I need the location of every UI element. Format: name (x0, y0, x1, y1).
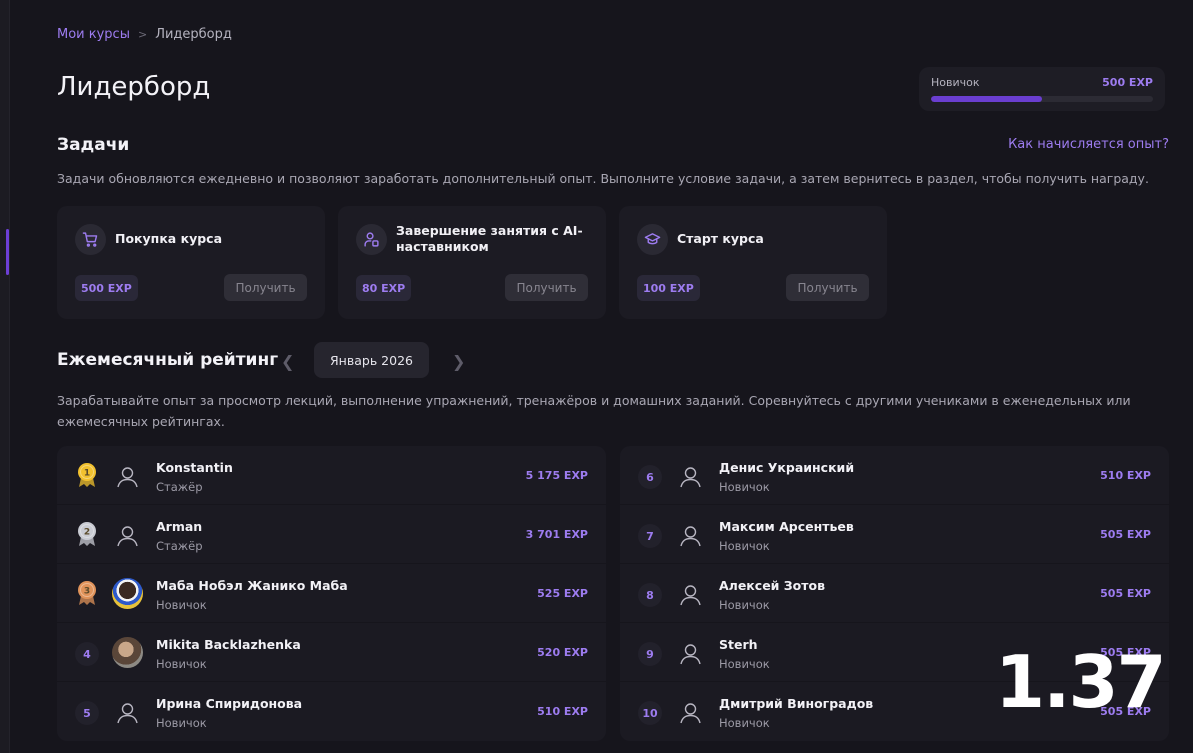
breadcrumb: Мои курсы > Лидерборд (57, 27, 232, 42)
user-exp: 520 EXP (537, 646, 588, 659)
month-selector[interactable]: Январь 2026 (314, 342, 429, 378)
user-exp: 3 701 EXP (525, 528, 588, 541)
gold-medal-icon: 1 (77, 462, 97, 488)
left-rail (0, 0, 10, 753)
tasks-description: Задачи обновляются ежедневно и позволяют… (57, 171, 1149, 186)
leaderboard-row[interactable]: 7 Максим Арсентьев Новичок 505 EXP (620, 505, 1169, 564)
claim-reward-button[interactable]: Получить (786, 274, 869, 301)
chevron-right-icon: > (137, 28, 148, 41)
user-exp: 505 EXP (1100, 587, 1151, 600)
rating-section-title: Ежемесячный рейтинг (57, 350, 279, 370)
user-name: Mikita Backlazhenka (156, 637, 301, 652)
user-level: Новичок (156, 657, 207, 671)
level-progress-fill (931, 96, 1042, 102)
user-level: Новичок (719, 657, 770, 671)
leaderboard-row[interactable]: 4 Mikita Backlazhenka Новичок 520 EXP (57, 623, 606, 682)
level-name: Новичок (931, 76, 980, 89)
user-name: Sterh (719, 637, 758, 652)
cart-icon (75, 224, 106, 255)
breadcrumb-my-courses-link[interactable]: Мои курсы (57, 27, 130, 42)
user-name: Konstantin (156, 460, 233, 475)
user-name: Денис Украинский (719, 460, 855, 475)
svg-text:3: 3 (84, 587, 90, 597)
bronze-medal-icon: 3 (77, 580, 97, 606)
rank-number: 6 (638, 465, 662, 489)
user-level: Новичок (719, 598, 770, 612)
page-title: Лидерборд (57, 72, 211, 102)
silver-medal-icon: 2 (77, 521, 97, 547)
task-title: Старт курса (677, 231, 764, 246)
svg-text:2: 2 (84, 528, 90, 538)
task-card-course-purchase: Покупка курса 500 EXP Получить (57, 206, 325, 319)
task-exp-badge: 100 EXP (637, 275, 700, 301)
default-avatar-icon (675, 460, 706, 491)
leaderboard-left-column: 1 Konstantin Стажёр 5 175 EXP 2 Arman Стажёр 3 … (57, 446, 606, 741)
default-avatar-icon (112, 696, 143, 727)
default-avatar-icon (112, 519, 143, 550)
avatar (112, 578, 143, 609)
leaderboard-row[interactable]: 8 Алексей Зотов Новичок 505 EXP (620, 564, 1169, 623)
task-card-course-start: Старт курса 100 EXP Получить (619, 206, 887, 319)
user-level: Новичок (156, 598, 207, 612)
leaderboard-row[interactable]: 6 Денис Украинский Новичок 510 EXP (620, 446, 1169, 505)
how-exp-works-link[interactable]: Как начисляется опыт? (1008, 137, 1169, 152)
user-exp: 510 EXP (537, 705, 588, 718)
default-avatar-icon (112, 460, 143, 491)
level-progress-card: Новичок 500 EXP (919, 67, 1165, 111)
rating-description: Зарабатывайте опыт за просмотр лекций, в… (57, 393, 1131, 429)
rank-number: 10 (638, 701, 662, 725)
default-avatar-icon (675, 637, 706, 668)
task-exp-badge: 80 EXP (356, 275, 412, 301)
task-title: Покупка курса (115, 231, 223, 246)
user-level: Стажёр (156, 480, 203, 494)
ai-mentor-icon (356, 224, 387, 255)
level-exp: 500 EXP (1102, 76, 1153, 89)
task-exp-badge: 500 EXP (75, 275, 138, 301)
rank-number: 5 (75, 701, 99, 725)
user-name: Алексей Зотов (719, 578, 825, 593)
user-exp: 510 EXP (1100, 469, 1151, 482)
rank-number: 8 (638, 583, 662, 607)
rail-active-marker (6, 229, 9, 275)
claim-reward-button[interactable]: Получить (224, 274, 307, 301)
overlay-number: 1.37 (995, 640, 1167, 724)
leaderboard-row[interactable]: 2 Arman Стажёр 3 701 EXP (57, 505, 606, 564)
user-name: Ирина Спиридонова (156, 696, 303, 711)
tasks-section-title: Задачи (57, 135, 130, 155)
user-level: Новичок (719, 716, 770, 730)
user-level: Новичок (719, 539, 770, 553)
svg-text:1: 1 (84, 469, 90, 479)
user-exp: 525 EXP (537, 587, 588, 600)
default-avatar-icon (675, 519, 706, 550)
avatar (112, 637, 143, 668)
rank-number: 4 (75, 642, 99, 666)
level-progress-track (931, 96, 1153, 102)
claim-reward-button[interactable]: Получить (505, 274, 588, 301)
breadcrumb-current: Лидерборд (155, 27, 232, 42)
rank-number: 7 (638, 524, 662, 548)
graduation-cap-icon (637, 224, 668, 255)
task-card-ai-mentor: Завершение занятия с AI-наставником 80 E… (338, 206, 606, 319)
leaderboard-row[interactable]: 1 Konstantin Стажёр 5 175 EXP (57, 446, 606, 505)
chevron-right-icon[interactable]: ❯ (452, 352, 465, 371)
user-level: Стажёр (156, 539, 203, 553)
default-avatar-icon (675, 696, 706, 727)
leaderboard-row[interactable]: 5 Ирина Спиридонова Новичок 510 EXP (57, 682, 606, 741)
rank-number: 9 (638, 642, 662, 666)
default-avatar-icon (675, 578, 706, 609)
user-level: Новичок (156, 716, 207, 730)
user-exp: 5 175 EXP (525, 469, 588, 482)
user-name: Максим Арсентьев (719, 519, 854, 534)
user-exp: 505 EXP (1100, 528, 1151, 541)
task-title: Завершение занятия с AI-наставником (396, 223, 583, 254)
user-name: Arman (156, 519, 203, 534)
leaderboard-row[interactable]: 3 Маба Нобэл Жанико Маба Новичок 525 EXP (57, 564, 606, 623)
user-level: Новичок (719, 480, 770, 494)
user-name: Маба Нобэл Жанико Маба (156, 578, 348, 593)
chevron-left-icon[interactable]: ❮ (281, 352, 294, 371)
user-name: Дмитрий Виноградов (719, 696, 874, 711)
